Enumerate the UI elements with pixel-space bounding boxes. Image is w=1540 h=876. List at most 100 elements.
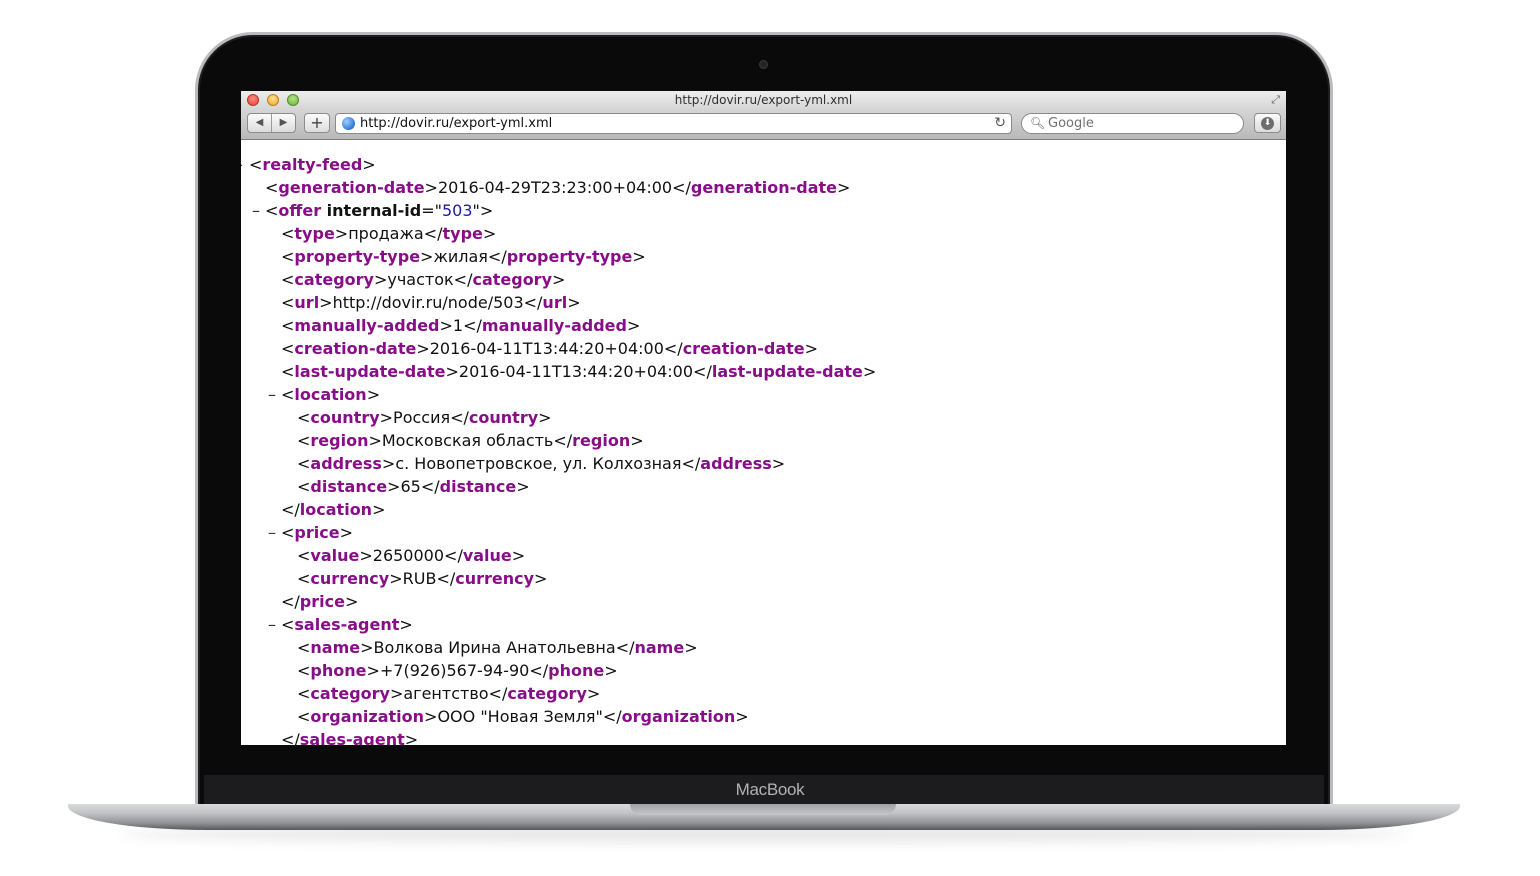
collapse-toggle-icon[interactable]: - xyxy=(241,153,246,176)
tag-bracket: < xyxy=(297,707,311,726)
back-button[interactable]: ◀ xyxy=(248,114,271,132)
xml-tag-name: region xyxy=(572,431,631,450)
tag-bracket: </ xyxy=(523,293,543,312)
tag-bracket: > xyxy=(482,224,497,243)
tag-bracket: </ xyxy=(615,638,635,657)
tag-bracket: > xyxy=(404,730,419,745)
xml-line: <phone>+7(926)567-94-90</phone> xyxy=(297,659,618,682)
xml-line: <value>2650000</value> xyxy=(297,544,525,567)
xml-text-value: 2016-04-11T13:44:20+04:00 xyxy=(429,339,664,358)
xml-text-value: +7(926)567-94-90 xyxy=(379,661,530,680)
xml-tag-name: last-update-date xyxy=(294,362,446,381)
tag-bracket: < xyxy=(281,316,295,335)
xml-tag-name: sales-agent xyxy=(299,730,405,745)
xml-text-value: 1 xyxy=(452,316,464,335)
tag-bracket: > xyxy=(416,339,430,358)
tag-bracket: </ xyxy=(281,730,300,745)
tag-bracket: < xyxy=(281,339,295,358)
add-bookmark-button[interactable]: + xyxy=(304,113,330,133)
tag-bracket: > xyxy=(862,362,877,381)
tag-bracket: </ xyxy=(281,592,300,611)
tag-bracket: </ xyxy=(529,661,549,680)
tag-bracket: > xyxy=(366,661,380,680)
tag-bracket: > xyxy=(373,270,388,289)
tag-bracket: < xyxy=(281,615,295,634)
browser-toolbar: ◀ ▶ + http://dovir.ru/export-yml.xml ↻ 🔍… xyxy=(241,109,1286,140)
xml-line: <currency>RUB</currency> xyxy=(297,567,547,590)
xml-tag-name: distance xyxy=(310,477,388,496)
search-input[interactable] xyxy=(1048,115,1234,132)
xml-tag-name: category xyxy=(310,684,390,703)
collapse-toggle-icon[interactable]: – xyxy=(266,521,278,544)
tag-bracket: > xyxy=(389,684,404,703)
tag-bracket: > xyxy=(368,431,382,450)
tag-bracket: < xyxy=(297,661,311,680)
tag-bracket: > xyxy=(604,661,618,680)
collapse-toggle-icon[interactable]: – xyxy=(266,613,278,636)
close-window-button[interactable] xyxy=(247,94,259,106)
webcam xyxy=(759,60,768,69)
globe-icon xyxy=(342,117,355,130)
tag-bracket: < xyxy=(265,201,279,220)
xml-line: – <offer internal-id="503"> xyxy=(252,199,494,222)
address-bar[interactable]: http://dovir.ru/export-yml.xml ↻ xyxy=(335,113,1012,134)
tag-bracket: < xyxy=(281,523,295,542)
tag-bracket: < xyxy=(281,270,295,289)
tag-bracket: </ xyxy=(488,684,508,703)
search-field[interactable]: 🔍︎ xyxy=(1021,113,1244,134)
tag-bracket: </ xyxy=(663,339,683,358)
xml-tag-name: distance xyxy=(439,477,517,496)
collapse-toggle-icon[interactable]: – xyxy=(266,383,278,406)
tag-bracket: > xyxy=(632,247,646,266)
downloads-button[interactable]: ⬇ xyxy=(1254,113,1281,133)
zoom-window-button[interactable] xyxy=(287,94,299,106)
tag-bracket: > xyxy=(372,500,386,519)
tag-bracket: > xyxy=(479,201,494,220)
xml-tag-name: last-update-date xyxy=(711,362,863,381)
xml-text-value: продажа xyxy=(348,224,424,243)
search-icon: 🔍︎ xyxy=(1030,116,1046,130)
download-icon: ⬇ xyxy=(1261,117,1274,130)
xml-tag-name: manually-added xyxy=(294,316,440,335)
tag-bracket: < xyxy=(297,408,311,427)
tag-bracket: < xyxy=(297,684,311,703)
tag-bracket: < xyxy=(297,638,311,657)
xml-line: </price> xyxy=(281,590,358,613)
xml-text-value: 2016-04-29T23:23:00+04:00 xyxy=(437,178,673,197)
forward-button[interactable]: ▶ xyxy=(271,114,295,132)
tag-bracket: > xyxy=(511,546,526,565)
xml-tag-name: phone xyxy=(310,661,367,680)
xml-tag-name: phone xyxy=(548,661,605,680)
tag-bracket: </ xyxy=(463,316,482,335)
tag-bracket: </ xyxy=(281,500,300,519)
tag-bracket: > xyxy=(424,707,438,726)
xml-tag-name: location xyxy=(299,500,373,519)
xml-text-value: Волкова Ирина Анатольевна xyxy=(373,638,616,657)
xml-line: <property-type>жилая</property-type> xyxy=(281,245,646,268)
xml-text-value: ООО "Новая Земля" xyxy=(437,707,603,726)
xml-tag-name: value xyxy=(462,546,512,565)
xml-tag-name: url xyxy=(294,293,320,312)
xml-tag-name: property-type xyxy=(294,247,421,266)
tag-bracket: < xyxy=(297,454,311,473)
xml-tag-name: type xyxy=(442,224,483,243)
tag-bracket: > xyxy=(399,615,413,634)
fullscreen-icon[interactable]: ⤢ xyxy=(1271,93,1280,107)
tag-bracket: </ xyxy=(444,546,463,565)
url-text[interactable]: http://dovir.ru/export-yml.xml xyxy=(360,114,552,133)
xml-line: <creation-date>2016-04-11T13:44:20+04:00… xyxy=(281,337,818,360)
minimize-window-button[interactable] xyxy=(267,94,279,106)
xml-line: <last-update-date>2016-04-11T13:44:20+04… xyxy=(281,360,876,383)
tag-bracket: < xyxy=(265,178,279,197)
xml-line: <country>Россия</country> xyxy=(297,406,552,429)
laptop-brand-label: MacBook xyxy=(735,780,805,799)
xml-text-value: жилая xyxy=(433,247,488,266)
tag-bracket: > xyxy=(552,270,566,289)
xml-tag-name: address xyxy=(700,454,772,473)
xml-line: <organization>ООО "Новая Земля"</organiz… xyxy=(297,705,749,728)
tag-bracket: > xyxy=(379,408,394,427)
window-title: http://dovir.ru/export-yml.xml xyxy=(674,93,853,107)
reload-icon[interactable]: ↻ xyxy=(994,114,1006,133)
xml-text-value: 65 xyxy=(400,477,421,496)
collapse-toggle-icon[interactable]: – xyxy=(250,199,262,222)
